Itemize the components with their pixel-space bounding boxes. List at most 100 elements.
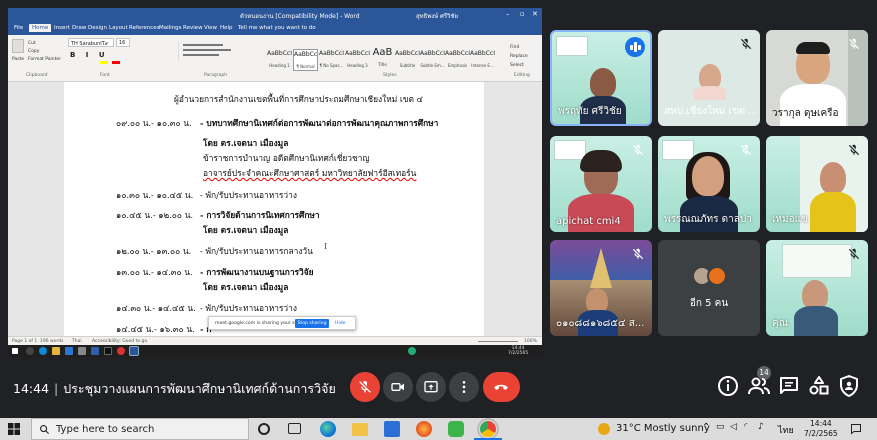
chat-icon[interactable]: [777, 374, 801, 398]
participant-tile[interactable]: พรรณณภัทร ดาลป่า: [658, 136, 760, 232]
participant-tile[interactable]: apichat cmi4: [550, 136, 652, 232]
stop-sharing-button: Stop sharing: [295, 319, 329, 328]
zoom-slider: [478, 341, 518, 342]
paragraph-buttons: [178, 41, 238, 61]
chrome-icon[interactable]: [477, 418, 499, 440]
participant-tile[interactable]: คุณ: [766, 240, 868, 336]
participant-name: ๐๑๐๘๘๑๖๘๕๔ ส...: [556, 318, 645, 329]
tab-mailings: Mailings: [159, 25, 182, 31]
network-icon[interactable]: ▭: [716, 422, 725, 432]
doc-time: ๑๐.๔๕ น.- ๑๒.๐๐ น.: [116, 210, 194, 220]
document-area: ผู้อำนวยการสำนักงานเขตพื้นที่การศึกษาประ…: [8, 82, 542, 336]
file-explorer-icon[interactable]: [352, 423, 368, 436]
participant-hair: [580, 150, 622, 172]
microsoft-store-icon[interactable]: [384, 421, 400, 437]
text-cursor-icon: I: [324, 242, 328, 251]
participant-body: [794, 306, 838, 336]
others-tile[interactable]: อีก 5 คน: [658, 240, 760, 336]
meeting-time: 14:44: [13, 381, 50, 396]
tab-file: File: [14, 25, 24, 31]
windows-start-icon[interactable]: [8, 423, 20, 435]
windows-taskbar: Type here to search 31°C Mostly sunny ⌃ …: [0, 418, 877, 440]
meeting-details-icon[interactable]: [716, 374, 740, 398]
background-image: [782, 244, 852, 278]
participant-tile[interactable]: พรฤทัย ศรีวิชัย: [550, 30, 652, 126]
participant-name: apichat cmi4: [556, 216, 621, 227]
inner-explorer-icon: [52, 347, 60, 355]
zoom-level: 100%: [524, 339, 537, 344]
participant-tile[interactable]: เหมอแข: [766, 136, 868, 232]
participant-hair: [796, 42, 830, 54]
system-clock[interactable]: 14:44 7/2/2565: [804, 419, 838, 439]
word-title: ตัวหนอนงาน [Compatibility Mode] - Word: [240, 13, 360, 20]
style-no-spacing: AaBbCcI ¶ No Spac...: [319, 50, 344, 68]
doc-line: โดย ดร.เจตนา เมืองมูล: [203, 138, 289, 148]
firefox-icon[interactable]: [416, 421, 432, 437]
tab-design: Design: [88, 25, 107, 31]
style-intense-emphasis: AaBbCcI Intense E...: [470, 50, 495, 68]
leave-call-button[interactable]: [483, 372, 520, 402]
doc-time: ๑๐.๓๐ น.- ๑๐.๔๕ น.: [116, 190, 194, 200]
participant-tile[interactable]: วรากุล ดุษเครือ: [766, 30, 868, 126]
meet-control-bar: 14:44 | ประชุมวางแผนการพัฒนาศึกษานิเทศก์ด้…: [0, 366, 877, 410]
cut-label: Cut: [28, 41, 36, 46]
paste-icon: [12, 39, 24, 53]
hide-button: Hide: [335, 321, 346, 326]
mic-off-icon: [740, 38, 752, 50]
chevron-up-icon[interactable]: ⌃: [702, 422, 710, 433]
activities-icon[interactable]: [807, 374, 831, 398]
editing-group-label: Editing: [514, 73, 530, 78]
wifi-icon[interactable]: ◜: [744, 422, 748, 432]
doc-line: อาจารย์ประจำคณะศึกษาศาสตร์ มหาวิทยาลัยฟา…: [203, 168, 417, 178]
style-heading-3: AaBbCcI Heading 3: [345, 50, 370, 68]
doc-line: โดย ดร.เจตนา เมืองมูล: [203, 225, 289, 235]
doc-time: ๐๙.๐๐ น.- ๑๐.๓๐ น.: [116, 118, 192, 128]
word-count: 196 words: [40, 339, 64, 344]
style-subtle-emphasis: AaBbCcI Subtle Em...: [420, 50, 445, 68]
inner-edge-icon: [39, 347, 47, 355]
microphone-button[interactable]: [350, 372, 380, 402]
tab-insert: Insert: [54, 25, 70, 31]
camera-icon: [391, 383, 404, 391]
font-format-buttons: B I U: [70, 51, 109, 59]
background-image: [554, 140, 586, 160]
people-icon[interactable]: [747, 374, 771, 398]
doc-line: - การวิจัยด้านการนิเทศการศึกษา: [200, 210, 320, 220]
more-options-button[interactable]: [449, 372, 479, 402]
present-screen-button[interactable]: [416, 372, 446, 402]
others-count: อีก 5 คน: [689, 298, 729, 309]
camera-button[interactable]: [383, 372, 413, 402]
participant-tile[interactable]: ๐๑๐๘๘๑๖๘๕๔ ส...: [550, 240, 652, 336]
input-language[interactable]: ไทย: [778, 423, 794, 437]
participant-name: พรรณณภัทร ดาลป่า: [664, 214, 752, 225]
task-view-icon[interactable]: [288, 423, 301, 434]
more-vert-icon: [462, 381, 466, 393]
notification-icon[interactable]: [850, 423, 862, 435]
doc-time: ๑๓.๐๐ น.- ๑๔.๓๐ น.: [116, 267, 193, 277]
copy-label: Copy: [28, 49, 40, 54]
style-emphasis: AaBbCcI Emphasis: [445, 50, 470, 68]
doc-line: ผู้อำนวยการสำนักงานเขตพื้นที่การศึกษาประ…: [174, 94, 423, 104]
inner-app-icon: [91, 347, 99, 355]
mic-off-icon: [632, 248, 644, 260]
mic-off-icon: [848, 38, 860, 50]
speaker-icon[interactable]: ♪: [758, 422, 764, 432]
cortana-icon[interactable]: [258, 423, 270, 435]
background-image: [662, 140, 694, 160]
taskbar-search[interactable]: Type here to search: [31, 418, 249, 440]
tab-draw: Draw: [72, 25, 87, 31]
inner-tray-icon: [408, 347, 416, 355]
edge-icon[interactable]: [320, 421, 336, 437]
tab-home: Home: [29, 24, 52, 32]
meeting-info: 14:44 | ประชุมวางแผนการพัฒนาศึกษานิเทศก์ด้…: [13, 381, 336, 396]
participant-name: วรากุล ดุษเครือ: [772, 108, 839, 119]
inner-app-icon: [104, 347, 112, 355]
page-count: Page 1 of 1: [12, 339, 38, 344]
host-controls-icon[interactable]: [837, 374, 861, 398]
line-icon[interactable]: [448, 421, 464, 437]
paragraph-group-label: Paragraph: [204, 73, 228, 78]
volume-icon[interactable]: ◁: [730, 422, 737, 432]
font-name-field: TH SarabunIT๙: [68, 38, 114, 47]
weather-text[interactable]: 31°C Mostly sunny: [616, 423, 710, 434]
inner-taskbar: 14:44 7/2/2565: [8, 345, 542, 357]
